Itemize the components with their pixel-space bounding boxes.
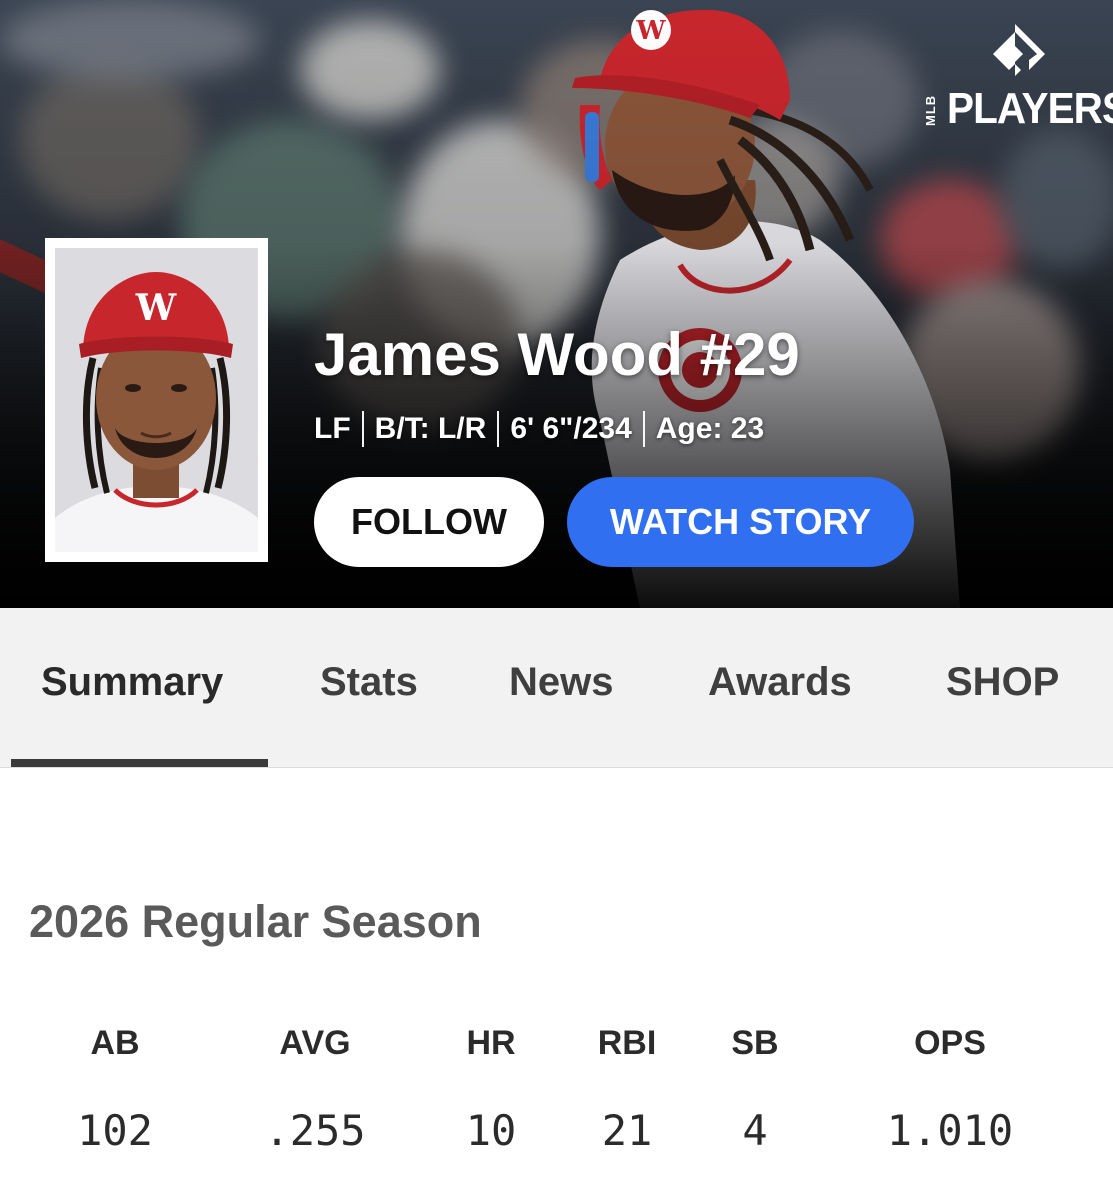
- stat-value: 1.010: [886, 1106, 1014, 1155]
- active-tab-indicator: [11, 759, 268, 767]
- divider: [497, 411, 500, 447]
- season-title: 2026 Regular Season: [29, 896, 482, 947]
- player-age: Age: 23: [655, 412, 765, 445]
- player-height-weight: 6' 6"/234: [510, 412, 632, 445]
- mlb-players-diamond-icon: [993, 24, 1045, 76]
- player-bio-line: LF B/T: L/R 6' 6"/234 Age: 23: [314, 411, 764, 447]
- player-hero-banner: W MLB PLAYERS: [0, 0, 1113, 608]
- tab-summary[interactable]: Summary: [41, 660, 223, 705]
- tab-shop[interactable]: SHOP: [946, 660, 1059, 705]
- stat-label: AB: [90, 1024, 140, 1062]
- player-name: James Wood #29: [314, 321, 800, 388]
- nationals-w-logo-icon: W: [135, 287, 177, 329]
- headshot-portrait: W: [55, 248, 258, 552]
- stat-value: 4: [742, 1106, 768, 1155]
- player-headshot: W: [45, 238, 268, 562]
- stat-label: SB: [731, 1024, 779, 1062]
- stat-label: AVG: [279, 1024, 351, 1062]
- watch-story-button[interactable]: WATCH STORY: [567, 477, 914, 567]
- stat-label: OPS: [914, 1024, 986, 1062]
- player-position: LF: [314, 412, 351, 445]
- tab-awards[interactable]: Awards: [708, 660, 852, 705]
- tab-news[interactable]: News: [509, 660, 614, 705]
- divider: [361, 411, 364, 447]
- players-wordmark: PLAYERS: [947, 84, 1113, 133]
- divider: [642, 411, 645, 447]
- follow-button[interactable]: FOLLOW: [314, 477, 544, 567]
- tab-stats[interactable]: Stats: [320, 660, 418, 705]
- profile-tab-bar: Summary Stats News Awards SHOP: [0, 608, 1113, 768]
- stat-value: .255: [264, 1106, 366, 1155]
- mlb-players-logo[interactable]: MLB PLAYERS: [911, 22, 1113, 133]
- player-bats-throws: B/T: L/R: [374, 412, 487, 445]
- stat-value: 102: [77, 1106, 153, 1155]
- mlb-wordmark: MLB: [923, 94, 938, 126]
